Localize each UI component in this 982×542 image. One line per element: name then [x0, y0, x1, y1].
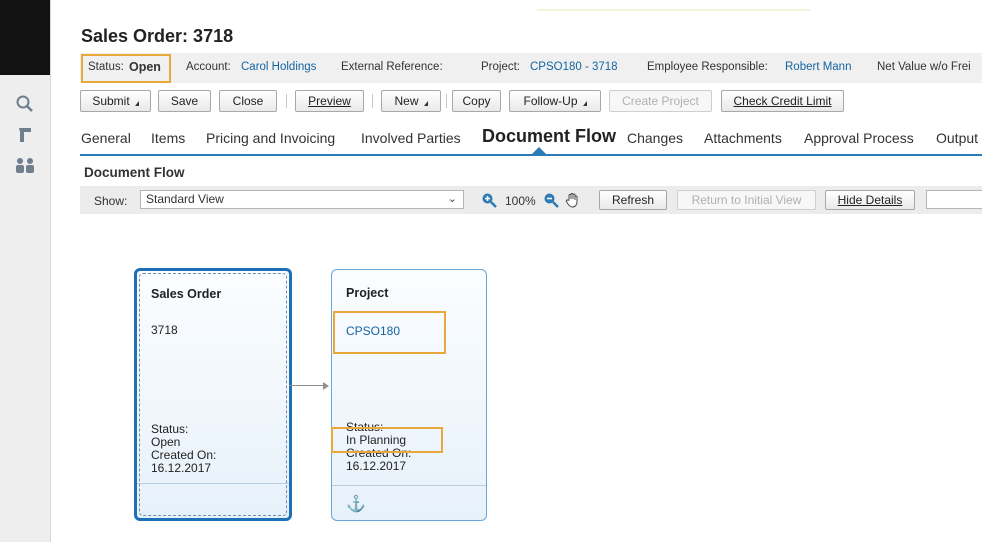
submit-label: Submit: [92, 94, 130, 108]
status-highlight-box: [81, 54, 171, 83]
refresh-button[interactable]: Refresh: [599, 190, 667, 210]
toolbar-separator: [446, 94, 447, 108]
back-arrow-icon[interactable]: [13, 124, 37, 146]
employee-link[interactable]: Robert Mann: [785, 61, 851, 73]
external-reference-label: External Reference:: [341, 61, 443, 73]
preview-button[interactable]: Preview: [295, 90, 364, 112]
toolbar-separator: [372, 94, 373, 108]
project-id-highlight-box: [333, 311, 446, 354]
employee-responsible-label: Employee Responsible:: [647, 61, 768, 73]
tab-approval-process[interactable]: Approval Process: [804, 130, 914, 146]
project-card[interactable]: Project CPSO180 Status: In Planning Crea…: [331, 269, 487, 521]
follow-up-label: Follow-Up: [523, 94, 578, 108]
tab-changes[interactable]: Changes: [627, 130, 683, 146]
view-select-value: Standard View: [146, 192, 224, 206]
new-button[interactable]: New: [381, 90, 441, 112]
chevron-down-icon: ⌄: [447, 193, 457, 205]
return-to-initial-view-button[interactable]: Return to Initial View: [677, 190, 816, 210]
active-tab-indicator: [532, 147, 546, 154]
search-icon[interactable]: [13, 93, 37, 115]
tab-strip: General Items Pricing and Invoicing Invo…: [80, 122, 982, 156]
net-value-label: Net Value w/o Frei: [877, 61, 971, 73]
check-credit-limit-button[interactable]: Check Credit Limit: [721, 90, 844, 112]
tab-output[interactable]: Output: [936, 130, 978, 146]
create-project-button[interactable]: Create Project: [609, 90, 712, 112]
toolbar-separator: [286, 94, 287, 108]
card-id: 3718: [151, 323, 178, 337]
tab-general[interactable]: General: [81, 130, 131, 146]
dropdown-icon: [134, 101, 139, 106]
zoom-in-icon[interactable]: [481, 192, 497, 208]
new-label: New: [394, 94, 419, 108]
card-footer: [137, 483, 289, 518]
account-label: Account:: [186, 61, 231, 73]
tab-involved-parties[interactable]: Involved Parties: [361, 130, 461, 146]
card-title: Sales Order: [151, 287, 222, 301]
flow-arrowhead: [323, 382, 329, 390]
tab-underline: [80, 154, 982, 156]
anchor-icon[interactable]: ⚓: [346, 494, 366, 514]
sales-order-card[interactable]: Sales Order 3718 Status: Open Created On…: [134, 268, 292, 521]
project-link[interactable]: CPSO180 - 3718: [530, 61, 618, 73]
save-button[interactable]: Save: [158, 90, 211, 112]
zoom-level: 100%: [505, 194, 536, 208]
card-created-value: 16.12.2017: [151, 461, 212, 475]
account-link[interactable]: Carol Holdings: [241, 61, 316, 73]
dropdown-icon: [423, 101, 428, 106]
search-input[interactable]: [926, 190, 982, 209]
page-title: Sales Order: 3718: [81, 26, 234, 46]
selection-frame: [139, 273, 287, 516]
tab-document-flow[interactable]: Document Flow: [482, 126, 616, 147]
people-icon[interactable]: [13, 154, 37, 176]
tab-attachments[interactable]: Attachments: [704, 130, 782, 146]
submit-button[interactable]: Submit: [80, 90, 151, 112]
hand-pan-icon[interactable]: [564, 192, 580, 208]
view-toolbar: Show: Standard View ⌄ 100% Refresh Retur…: [80, 186, 982, 214]
section-title: Document Flow: [84, 165, 185, 180]
dropdown-icon: [582, 101, 587, 106]
view-select[interactable]: Standard View ⌄: [140, 190, 464, 209]
card-title: Project: [346, 286, 389, 300]
flow-connector: [289, 385, 325, 386]
left-rail: [0, 0, 51, 542]
follow-up-button[interactable]: Follow-Up: [509, 90, 601, 112]
header-info-bar: Status: Open Account: Carol Holdings Ext…: [80, 53, 982, 83]
show-label: Show:: [94, 194, 128, 208]
preview-label: Preview: [308, 94, 351, 108]
copy-button[interactable]: Copy: [452, 90, 501, 112]
tab-pricing-and-invoicing[interactable]: Pricing and Invoicing: [206, 130, 335, 146]
card-created-value: 16.12.2017: [346, 459, 407, 473]
check-credit-limit-label: Check Credit Limit: [733, 94, 832, 108]
top-accent-line: [537, 9, 810, 11]
project-status-highlight-box: [331, 427, 443, 453]
zoom-out-icon[interactable]: [543, 192, 559, 208]
hide-details-button[interactable]: Hide Details: [825, 190, 915, 210]
tab-items[interactable]: Items: [151, 130, 185, 146]
card-details: Status: Open Created On: 16.12.2017: [151, 423, 216, 475]
hide-details-label: Hide Details: [837, 193, 903, 207]
project-label: Project:: [481, 61, 520, 73]
rail-header: [0, 0, 50, 75]
close-button[interactable]: Close: [219, 90, 277, 112]
